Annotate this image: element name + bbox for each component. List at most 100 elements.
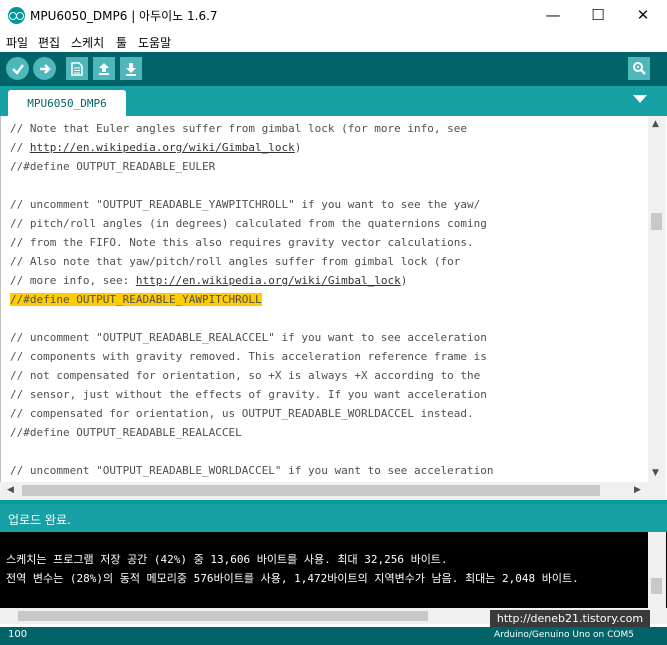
scroll-up-icon[interactable]: ▲ xyxy=(652,119,659,129)
code-line-highlighted[interactable]: //#define OUTPUT_READABLE_YAWPITCHROLL xyxy=(10,290,646,309)
code-text: //#define OUTPUT_READABLE_YAWPITCHROLL xyxy=(10,293,262,306)
code-line[interactable]: //#define OUTPUT_READABLE_EULER xyxy=(10,157,646,176)
code-text: // more info, see: xyxy=(10,274,136,287)
code-text: // pitch/roll angles (in degrees) calcul… xyxy=(10,217,487,230)
minimize-button[interactable]: — xyxy=(530,0,576,30)
status-message: 업로드 완료. xyxy=(8,513,71,527)
console-vertical-scroll-thumb[interactable] xyxy=(651,578,662,594)
code-text: ) xyxy=(400,274,408,287)
toolbar xyxy=(0,52,667,86)
save-icon xyxy=(126,62,136,76)
code-text: // compensated for orientation, us OUTPU… xyxy=(10,407,474,420)
code-line-text: // from the FIFO. Note this also require… xyxy=(10,236,474,249)
menu-tools[interactable]: 툴 xyxy=(116,34,127,51)
menu-sketch[interactable]: 스케치 xyxy=(71,34,104,51)
code-line[interactable]: // uncomment "OUTPUT_READABLE_YAWPITCHRO… xyxy=(10,195,646,214)
upload-button[interactable] xyxy=(33,57,56,80)
serial-monitor-icon xyxy=(632,62,646,75)
watermark: http://deneb21.tistory.com xyxy=(490,610,650,627)
code-line[interactable]: // uncomment "OUTPUT_READABLE_WORLDACCEL… xyxy=(10,461,646,480)
code-content[interactable]: // Note that Euler angles suffer from gi… xyxy=(10,119,646,480)
menu-bar: 파일 편집 스케치 툴 도움말 xyxy=(0,32,667,52)
code-line[interactable]: // Note that Euler angles suffer from gi… xyxy=(10,119,646,138)
code-text: //#define OUTPUT_READABLE_REALACCEL xyxy=(10,426,242,439)
code-line[interactable]: // compensated for orientation, us OUTPU… xyxy=(10,404,646,423)
code-text: // uncomment "OUTPUT_READABLE_REALACCEL"… xyxy=(10,331,487,344)
code-text: // uncomment "OUTPUT_READABLE_YAWPITCHRO… xyxy=(10,198,481,211)
code-line-text: //#define OUTPUT_READABLE_EULER xyxy=(10,160,215,173)
save-button[interactable] xyxy=(120,57,142,80)
code-text: // sensor, just without the effects of g… xyxy=(10,388,487,401)
code-line[interactable]: //#define OUTPUT_READABLE_REALACCEL xyxy=(10,423,646,442)
code-line-text: //#define OUTPUT_READABLE_REALACCEL xyxy=(10,426,242,439)
code-line-text: // uncomment "OUTPUT_READABLE_YAWPITCHRO… xyxy=(10,198,480,211)
code-link[interactable]: http://en.wikipedia.org/wiki/Gimbal_lock xyxy=(30,141,295,154)
board-info: Arduino/Genuino Uno on COM5 xyxy=(494,630,634,640)
code-line-text: // sensor, just without the effects of g… xyxy=(10,388,487,401)
verify-icon xyxy=(11,63,24,75)
new-icon xyxy=(71,61,83,76)
serial-monitor-button[interactable] xyxy=(628,57,650,80)
code-line[interactable] xyxy=(10,309,646,328)
editor-vertical-scroll-thumb[interactable] xyxy=(651,213,662,230)
console-vertical-scrollbar[interactable] xyxy=(648,532,666,608)
new-button[interactable] xyxy=(66,57,88,80)
code-text: // not compensated for orientation, so +… xyxy=(10,369,481,382)
code-line[interactable]: // components with gravity removed. This… xyxy=(10,347,646,366)
scroll-left-icon[interactable]: ◀ xyxy=(7,485,14,495)
code-line[interactable]: // not compensated for orientation, so +… xyxy=(10,366,646,385)
code-line[interactable]: // Also note that yaw/pitch/roll angles … xyxy=(10,252,646,271)
code-line-text: // Note that Euler angles suffer from gi… xyxy=(10,122,467,135)
arduino-logo-icon xyxy=(8,7,25,24)
verify-button[interactable] xyxy=(6,57,29,80)
maximize-button[interactable]: ☐ xyxy=(575,0,621,30)
menu-edit[interactable]: 편집 xyxy=(38,34,60,51)
code-text: // from the FIFO. Note this also require… xyxy=(10,236,474,249)
scroll-down-icon[interactable]: ▼ xyxy=(652,468,659,478)
open-button[interactable] xyxy=(93,57,115,80)
code-line[interactable]: // sensor, just without the effects of g… xyxy=(10,385,646,404)
code-line[interactable] xyxy=(10,442,646,461)
code-line-text: // http://en.wikipedia.org/wiki/Gimbal_l… xyxy=(10,141,301,154)
line-number: 100 xyxy=(8,629,28,640)
code-link[interactable]: http://en.wikipedia.org/wiki/Gimbal_lock xyxy=(136,274,401,287)
code-line[interactable] xyxy=(10,176,646,195)
upload-icon xyxy=(39,63,51,74)
window-title: MPU6050_DMP6 | 아두이노 1.6.7 xyxy=(30,9,218,23)
code-line[interactable]: // from the FIFO. Note this also require… xyxy=(10,233,646,252)
code-text: //#define OUTPUT_READABLE_EULER xyxy=(10,160,216,173)
console-line: 전역 변수는 (28%)의 동적 메모리중 576바이트를 사용, 1,472바… xyxy=(6,572,579,585)
code-text: // uncomment "OUTPUT_READABLE_WORLDACCEL… xyxy=(10,464,494,477)
menu-help[interactable]: 도움말 xyxy=(138,34,171,51)
scroll-right-icon[interactable]: ▶ xyxy=(634,485,641,495)
console-line: 스케치는 프로그램 저장 공간 (42%) 중 13,606 바이트를 사용. … xyxy=(6,553,448,566)
code-editor[interactable]: // Note that Euler angles suffer from gi… xyxy=(0,116,667,500)
bottom-status-bar: 100 Arduino/Genuino Uno on COM5 xyxy=(0,627,667,645)
console-horizontal-scroll-thumb[interactable] xyxy=(18,611,428,621)
editor-horizontal-scrollbar[interactable]: ◀ ▶ xyxy=(0,482,648,500)
code-line-text: // uncomment "OUTPUT_READABLE_REALACCEL"… xyxy=(10,331,487,344)
code-line-text: // pitch/roll angles (in degrees) calcul… xyxy=(10,217,487,230)
code-text: // Note that Euler angles suffer from gi… xyxy=(10,122,467,135)
menu-file[interactable]: 파일 xyxy=(6,34,28,51)
editor-vertical-scrollbar[interactable]: ▲ ▼ xyxy=(648,116,666,482)
status-bar: 업로드 완료. xyxy=(0,504,667,532)
code-line[interactable]: // http://en.wikipedia.org/wiki/Gimbal_l… xyxy=(10,138,646,157)
tab-menu-chevron-down-icon[interactable] xyxy=(633,95,647,103)
code-line-text: //#define OUTPUT_READABLE_YAWPITCHROLL xyxy=(10,293,262,306)
code-text: // xyxy=(10,141,30,154)
code-line-text: // not compensated for orientation, so +… xyxy=(10,369,480,382)
code-line-text: // components with gravity removed. This… xyxy=(10,350,487,363)
code-text: // Also note that yaw/pitch/roll angles … xyxy=(10,255,461,268)
title-bar: MPU6050_DMP6 | 아두이노 1.6.7 — ☐ ✕ xyxy=(0,0,667,32)
code-line-text: // compensated for orientation, us OUTPU… xyxy=(10,407,474,420)
editor-horizontal-scroll-thumb[interactable] xyxy=(22,485,600,496)
code-line-text: // more info, see: http://en.wikipedia.o… xyxy=(10,274,407,287)
code-line[interactable]: // more info, see: http://en.wikipedia.o… xyxy=(10,271,646,290)
tab-bar: MPU6050_DMP6 xyxy=(0,86,667,116)
code-text: ) xyxy=(294,141,302,154)
code-line[interactable]: // uncomment "OUTPUT_READABLE_REALACCEL"… xyxy=(10,328,646,347)
tab-mpu6050-dmp6[interactable]: MPU6050_DMP6 xyxy=(8,90,126,116)
close-button[interactable]: ✕ xyxy=(620,0,666,30)
code-line[interactable]: // pitch/roll angles (in degrees) calcul… xyxy=(10,214,646,233)
